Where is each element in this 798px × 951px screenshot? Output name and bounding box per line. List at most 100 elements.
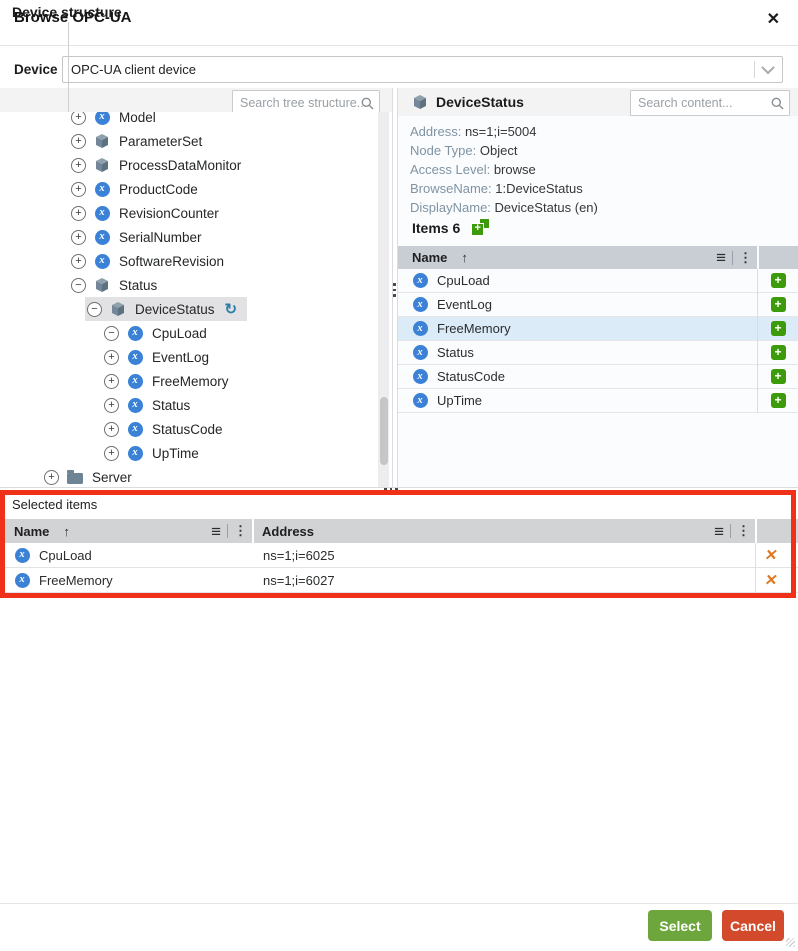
item-row-statuscode[interactable]: x StatusCode +: [398, 365, 798, 389]
expand-icon[interactable]: +: [104, 350, 119, 365]
sort-ascending-icon[interactable]: ↑: [63, 524, 70, 539]
chevron-down-icon[interactable]: [761, 66, 775, 75]
expand-icon[interactable]: +: [104, 374, 119, 389]
tree-item-serialnumber[interactable]: + x SerialNumber: [0, 225, 378, 249]
expand-icon[interactable]: +: [71, 230, 86, 245]
column-menu-icon[interactable]: ≡: [716, 249, 726, 266]
tree-item-devicestatus[interactable]: − DeviceStatus ↻: [0, 297, 378, 321]
name-column-header[interactable]: Name: [412, 250, 447, 265]
tree-item-model[interactable]: + x Model: [0, 112, 378, 129]
tree-item-parameterset[interactable]: + ParameterSet: [0, 129, 378, 153]
refresh-icon[interactable]: ↻: [225, 302, 238, 317]
select-button[interactable]: Select: [648, 910, 712, 941]
add-item-button[interactable]: +: [771, 345, 786, 360]
add-item-button[interactable]: +: [771, 369, 786, 384]
add-item-button[interactable]: +: [771, 297, 786, 312]
content-search-box[interactable]: [630, 90, 790, 116]
collapse-icon[interactable]: −: [71, 278, 86, 293]
item-row-freememory[interactable]: x FreeMemory +: [398, 317, 798, 341]
folder-icon: [67, 470, 83, 484]
expand-icon[interactable]: +: [104, 422, 119, 437]
footer-divider: [0, 903, 798, 904]
expand-icon[interactable]: +: [71, 206, 86, 221]
tree-item-eventlog[interactable]: + x EventLog: [0, 345, 378, 369]
tree-item-label: Status: [152, 398, 190, 413]
expand-icon[interactable]: +: [104, 446, 119, 461]
device-select[interactable]: [62, 56, 783, 83]
kebab-menu-icon[interactable]: ⋮: [234, 523, 247, 539]
selected-item-name: FreeMemory: [39, 573, 263, 588]
variable-icon: x: [412, 369, 428, 384]
variable-icon: x: [412, 273, 428, 288]
name-column-header[interactable]: Name: [14, 524, 49, 539]
tree-item-label: Status: [119, 278, 157, 293]
item-row-uptime[interactable]: x UpTime +: [398, 389, 798, 413]
tree-item-cpuload[interactable]: − x CpuLoad: [0, 321, 378, 345]
column-menu-icon[interactable]: ≡: [714, 523, 724, 540]
expand-icon[interactable]: +: [71, 112, 86, 125]
tree-item-productcode[interactable]: + x ProductCode: [0, 177, 378, 201]
expand-icon[interactable]: +: [71, 158, 86, 173]
node-details-panel: DeviceStatus Address: ns=1;i=5004 Node T…: [398, 88, 798, 487]
variable-icon: x: [14, 573, 30, 588]
selected-item-name: CpuLoad: [39, 548, 263, 563]
cancel-button[interactable]: Cancel: [722, 910, 784, 941]
items-row: Items 6 +: [412, 219, 489, 236]
selected-items-title: Selected items: [0, 490, 798, 519]
sort-ascending-icon[interactable]: ↑: [461, 250, 468, 265]
selected-row-cpuload[interactable]: x CpuLoad ns=1;i=6025 ✕: [0, 543, 798, 568]
add-all-icon[interactable]: +: [471, 219, 489, 236]
tree-item-label: ProductCode: [119, 182, 198, 197]
content-search-input[interactable]: [631, 91, 775, 115]
tree-item-label: SoftwareRevision: [119, 254, 224, 269]
selected-row-freememory[interactable]: x FreeMemory ns=1;i=6027 ✕: [0, 568, 798, 593]
items-count-label: Items 6: [412, 220, 460, 236]
tree-item-label: FreeMemory: [152, 374, 229, 389]
tree-item-uptime[interactable]: + x UpTime: [0, 441, 378, 465]
expand-icon[interactable]: +: [104, 398, 119, 413]
add-item-button[interactable]: +: [771, 393, 786, 408]
tree-item-label: CpuLoad: [152, 326, 207, 341]
collapse-icon[interactable]: −: [87, 302, 102, 317]
item-row-cpuload[interactable]: x CpuLoad +: [398, 269, 798, 293]
expand-icon[interactable]: +: [71, 134, 86, 149]
add-item-button[interactable]: +: [771, 321, 786, 336]
tree-item-label: EventLog: [152, 350, 209, 365]
remove-item-icon[interactable]: ✕: [763, 546, 779, 564]
expand-icon[interactable]: +: [44, 470, 59, 485]
search-icon[interactable]: [771, 97, 784, 110]
tree-item-revisioncounter[interactable]: + x RevisionCounter: [0, 201, 378, 225]
variable-icon: x: [94, 112, 110, 125]
tree-scrollbar[interactable]: [378, 112, 389, 487]
tree-item-status2[interactable]: + x Status: [0, 393, 378, 417]
tree-item-freememory[interactable]: + x FreeMemory: [0, 369, 378, 393]
close-icon[interactable]: ✕: [767, 9, 780, 31]
tree-scrollbar-thumb[interactable]: [380, 397, 388, 465]
tree-item-softwarerevision[interactable]: + x SoftwareRevision: [0, 249, 378, 273]
tree-item-processdatamonitor[interactable]: + ProcessDataMonitor: [0, 153, 378, 177]
remove-item-icon[interactable]: ✕: [763, 571, 779, 589]
tree-item-server[interactable]: + Server: [0, 465, 378, 487]
tree-item-status[interactable]: − Status: [0, 273, 378, 297]
address-column-header[interactable]: Address: [262, 524, 314, 539]
column-menu-icon[interactable]: ≡: [211, 523, 221, 540]
variable-icon: x: [127, 326, 143, 341]
tree-item-label: UpTime: [152, 446, 199, 461]
kebab-menu-icon[interactable]: ⋮: [737, 523, 750, 539]
expand-icon[interactable]: +: [71, 254, 86, 269]
add-item-button[interactable]: +: [771, 273, 786, 288]
device-input[interactable]: [63, 57, 753, 82]
vertical-splitter-handle[interactable]: [393, 283, 396, 300]
search-icon[interactable]: [361, 97, 374, 110]
tree-item-statuscode[interactable]: + x StatusCode: [0, 417, 378, 441]
selected-tree-item: − DeviceStatus ↻: [85, 297, 247, 321]
object-icon: [94, 133, 110, 149]
item-row-eventlog[interactable]: x EventLog +: [398, 293, 798, 317]
resize-grip[interactable]: [786, 938, 795, 947]
collapse-icon[interactable]: −: [104, 326, 119, 341]
variable-icon: x: [94, 206, 110, 221]
item-row-status[interactable]: x Status +: [398, 341, 798, 365]
action-column-header: [759, 246, 798, 269]
expand-icon[interactable]: +: [71, 182, 86, 197]
kebab-menu-icon[interactable]: ⋮: [739, 250, 752, 266]
